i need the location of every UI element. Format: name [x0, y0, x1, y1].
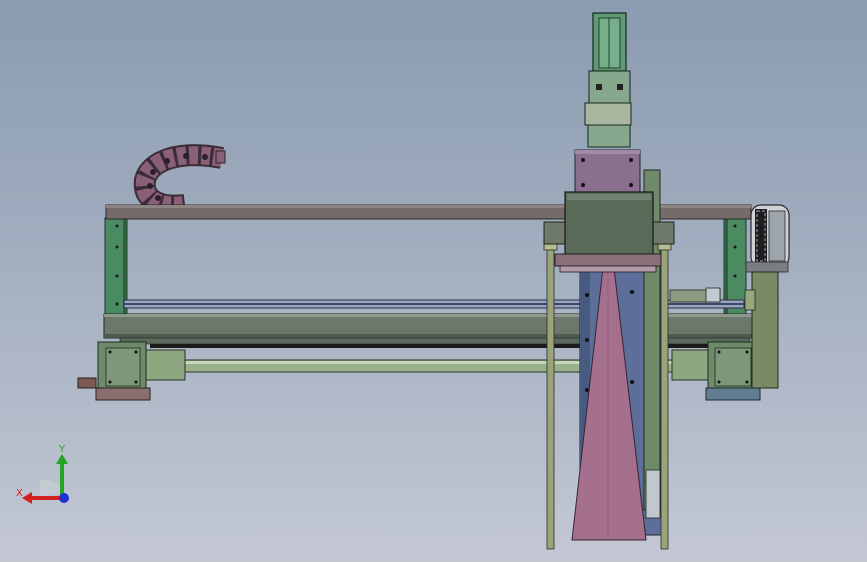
right-cable-chain[interactable] — [745, 204, 790, 273]
left-motor-housing[interactable] — [77, 341, 151, 401]
vertical-motor[interactable] — [584, 12, 632, 148]
coordinate-triad: Y X — [16, 444, 69, 504]
y-axis-label: Y — [58, 444, 66, 455]
x-axis-label: X — [16, 488, 23, 499]
cable-chain[interactable] — [133, 144, 226, 217]
gantry-assembly-model[interactable] — [0, 0, 867, 562]
z-axis-dot — [59, 493, 69, 503]
cad-graphics-viewport[interactable]: Y X — [0, 0, 867, 562]
